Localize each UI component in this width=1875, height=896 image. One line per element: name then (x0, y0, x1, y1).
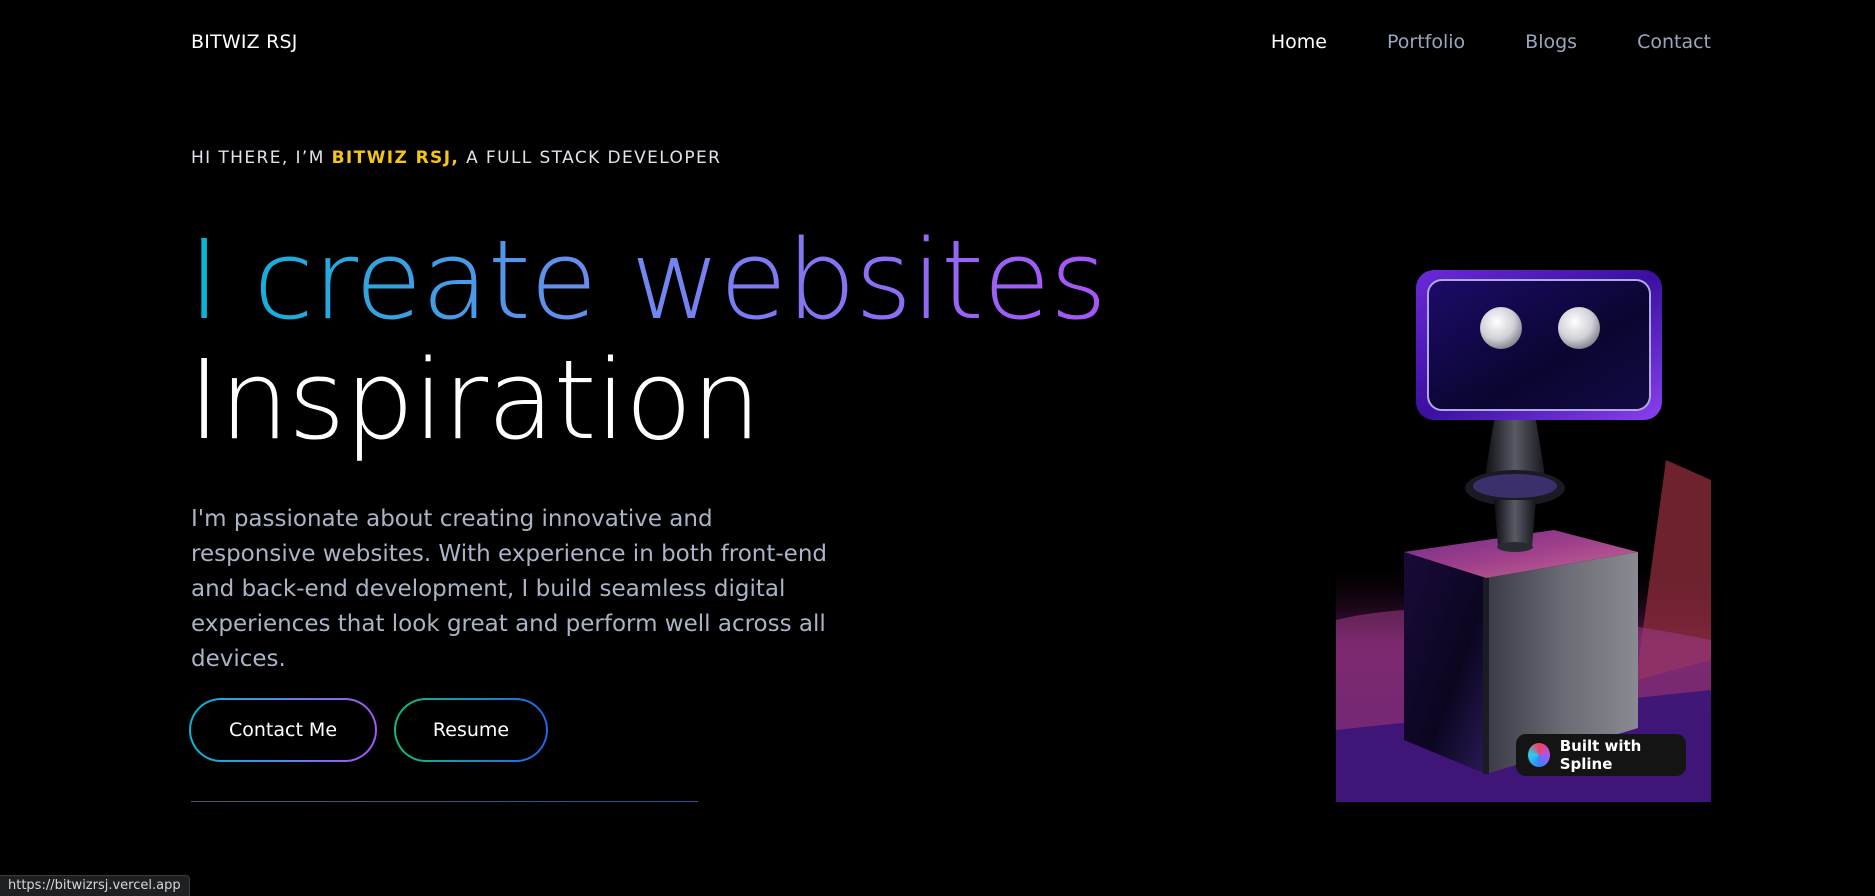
nav-link-blogs[interactable]: Blogs (1525, 31, 1577, 53)
status-bar-url: https://bitwizrsj.vercel.app (0, 875, 190, 896)
intro-suffix: A FULL STACK DEVELOPER (459, 148, 722, 168)
nav-link-contact[interactable]: Contact (1637, 31, 1711, 53)
headline-rotating-word: Inspiration (188, 336, 761, 464)
nav-link-home[interactable]: Home (1271, 31, 1327, 53)
cube-front (1404, 552, 1486, 774)
spline-logo-icon (1528, 743, 1550, 767)
top-nav: BITWIZ RSJ Home Portfolio Blogs Contact (191, 22, 1711, 62)
intro-prefix: HI THERE, I’M (191, 148, 332, 168)
intro-tagline: HI THERE, I’M BITWIZ RSJ, A FULL STACK D… (191, 148, 721, 168)
robot-screen (1427, 279, 1651, 411)
headline-gradient-line: I create websites (188, 216, 1107, 344)
brand-logo-text[interactable]: BITWIZ RSJ (191, 31, 298, 53)
nav-links: Home Portfolio Blogs Contact (1271, 31, 1711, 53)
robot-3d-scene[interactable] (1336, 260, 1711, 802)
hero-headline: I create websites Inspiration (188, 216, 1107, 464)
spline-badge-label: Built with Spline (1559, 737, 1642, 773)
contact-me-button[interactable]: Contact Me (189, 698, 377, 762)
resume-button[interactable]: Resume (394, 698, 548, 762)
robot-right-eye (1558, 307, 1600, 349)
intro-name: BITWIZ RSJ, (331, 148, 460, 168)
robot-left-eye (1480, 307, 1522, 349)
hero-divider (191, 801, 698, 802)
robot-illustration (1336, 270, 1711, 802)
built-with-spline-badge[interactable]: Built with Spline (1516, 734, 1686, 776)
nav-link-portfolio[interactable]: Portfolio (1387, 31, 1465, 53)
hero-description: I'm passionate about creating innovative… (191, 506, 828, 672)
